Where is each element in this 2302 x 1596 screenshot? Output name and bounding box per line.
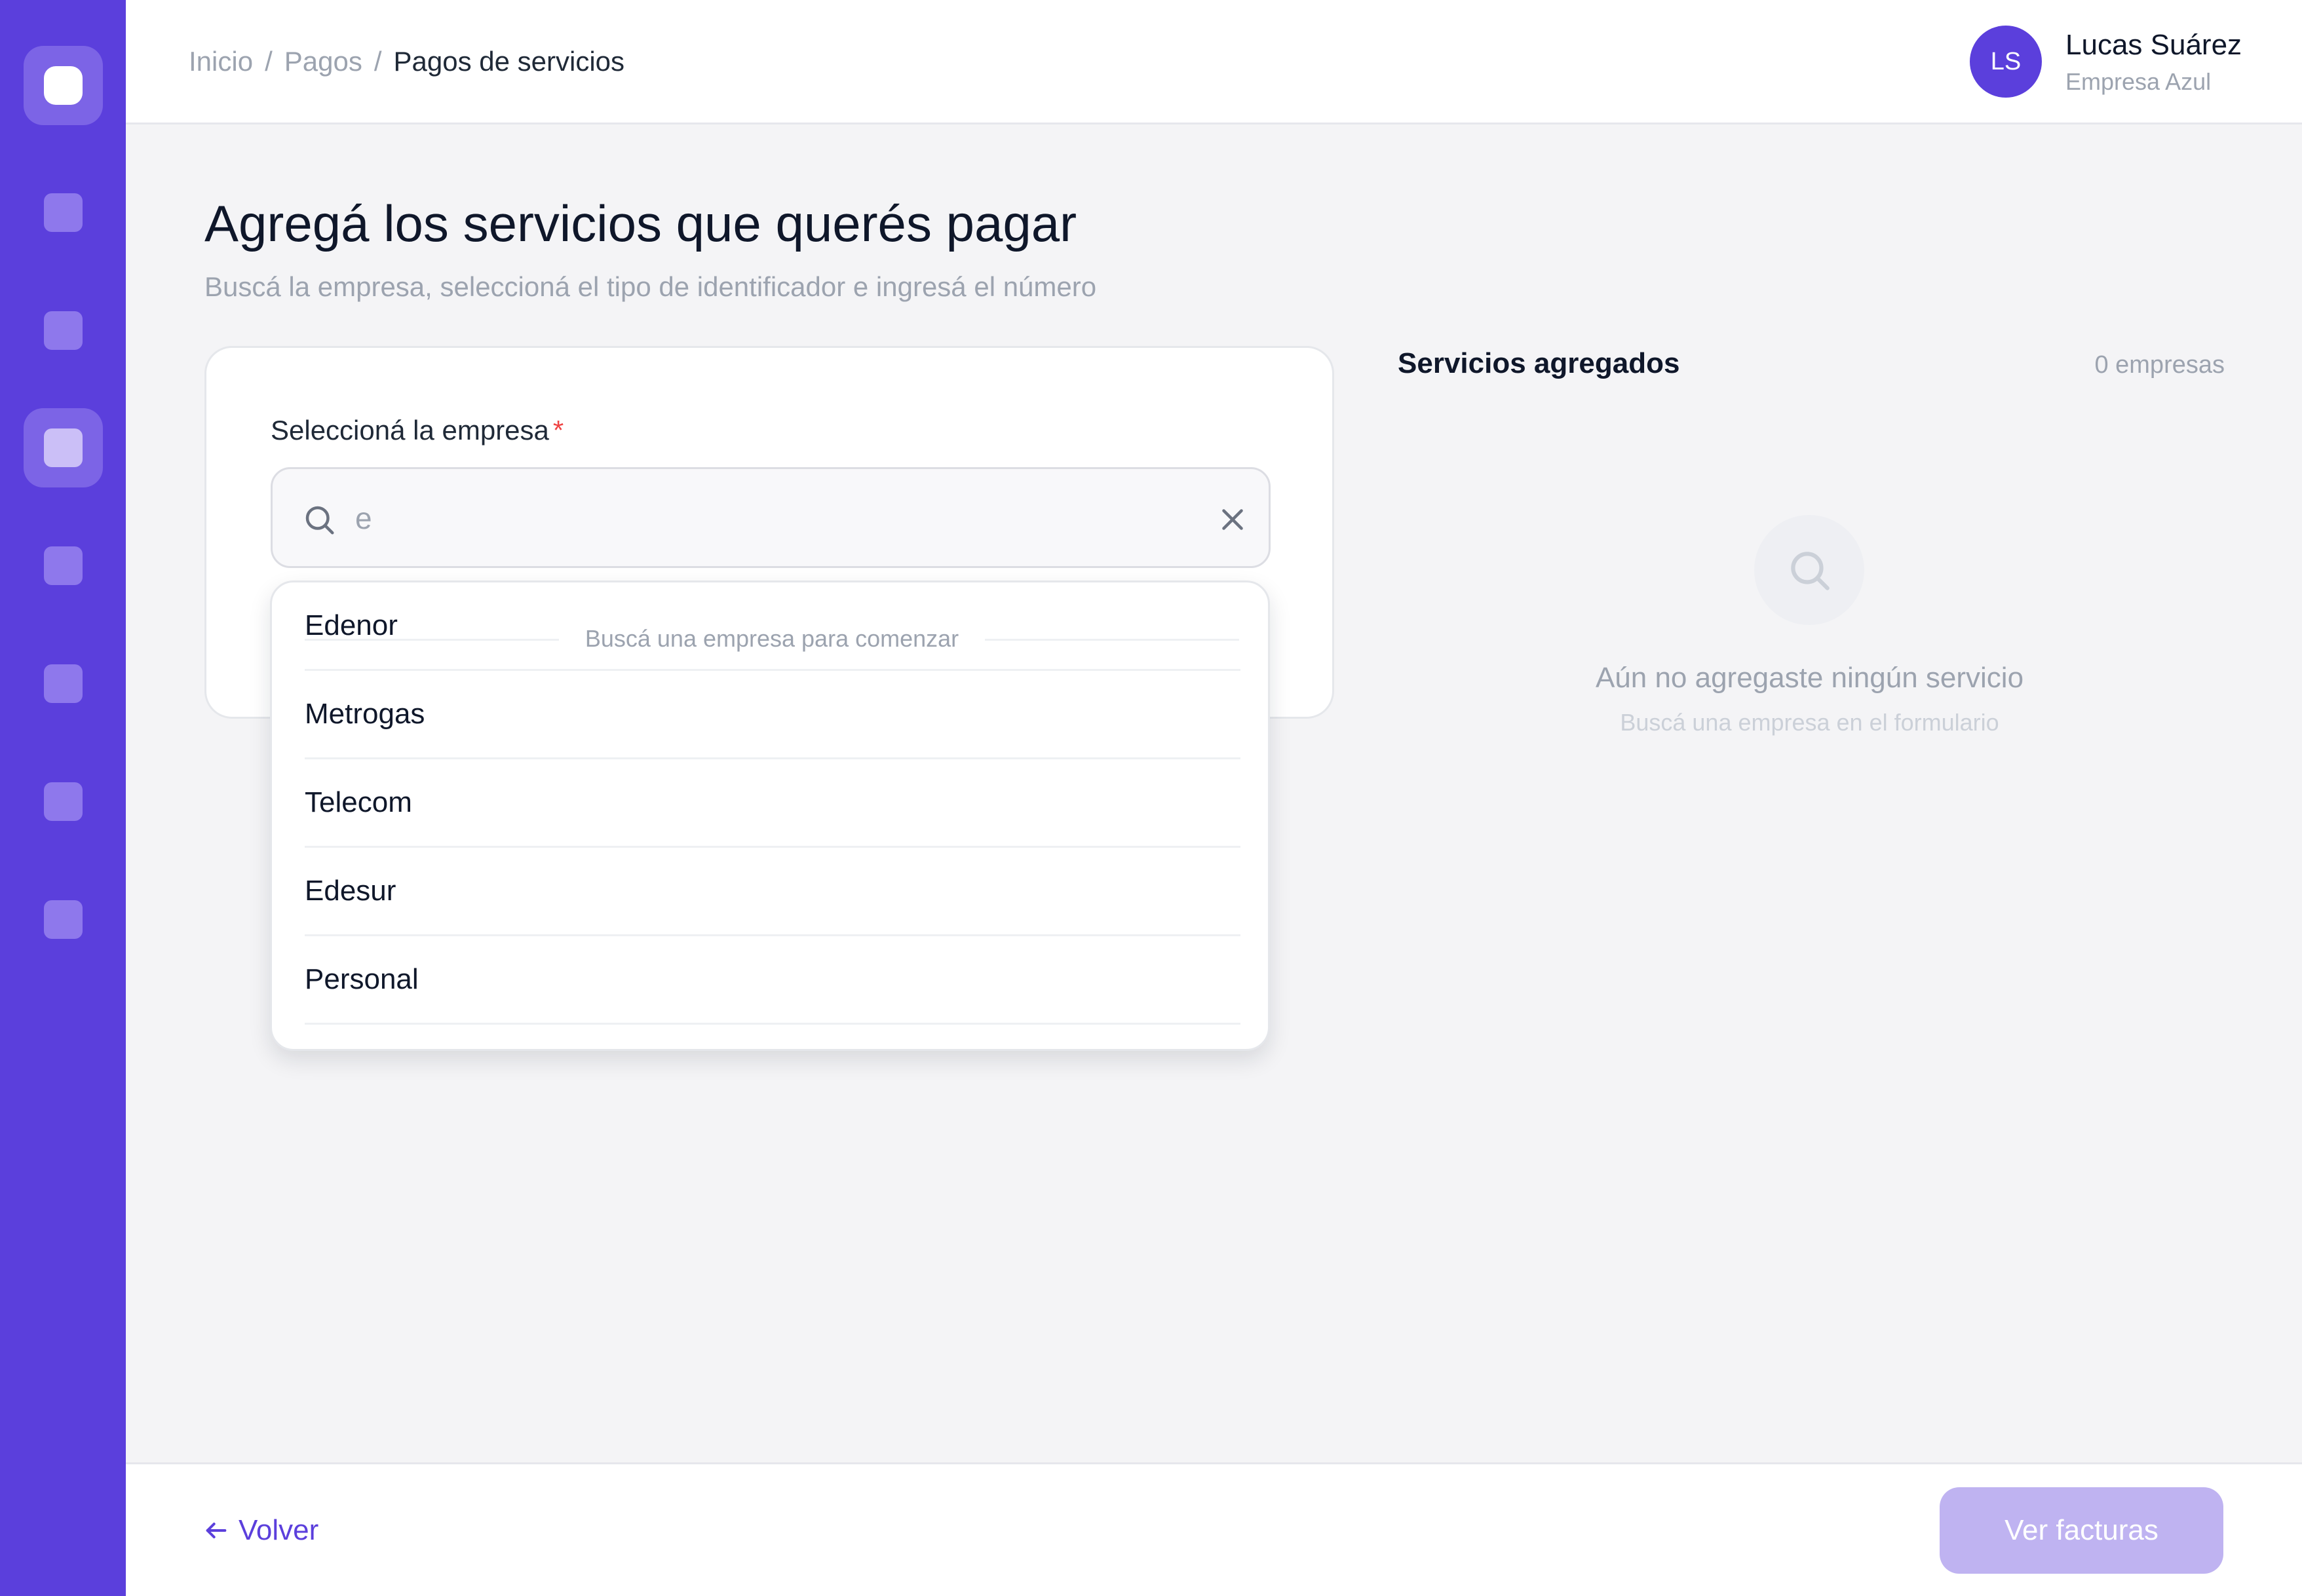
dropdown-option-personal[interactable]: Personal bbox=[305, 936, 1240, 1025]
breadcrumb-pagos[interactable]: Pagos bbox=[284, 45, 362, 79]
nav-square-icon bbox=[44, 311, 83, 350]
empty-state-title: Aún no agregaste ningún servicio bbox=[1595, 662, 2024, 694]
dropdown-hint-text: Buscá una empresa para comenzar bbox=[558, 625, 986, 653]
app-logo-icon[interactable] bbox=[24, 46, 103, 125]
sidebar-item-6[interactable] bbox=[24, 762, 103, 841]
arrow-left-icon bbox=[206, 1523, 227, 1538]
footer-bar: Volver Ver facturas bbox=[126, 1462, 2302, 1596]
user-company: Empresa Azul bbox=[2065, 68, 2212, 95]
breadcrumb-separator: / bbox=[265, 46, 273, 77]
sidebar-item-4[interactable] bbox=[24, 526, 103, 605]
breadcrumb-separator: / bbox=[374, 46, 382, 77]
nav-square-icon bbox=[44, 782, 83, 821]
nav-square-icon bbox=[44, 664, 83, 703]
services-count: 0 empresas bbox=[2094, 351, 2225, 379]
search-icon bbox=[305, 506, 334, 535]
nav-square-icon bbox=[44, 900, 83, 939]
sidebar-item-5[interactable] bbox=[24, 644, 103, 723]
breadcrumb-current: Pagos de servicios bbox=[393, 46, 625, 77]
empty-state-subtitle: Buscá una empresa en el formulario bbox=[1620, 709, 1999, 736]
breadcrumb: Inicio / Pagos / Pagos de servicios bbox=[189, 45, 624, 79]
nav-square-icon bbox=[44, 428, 83, 467]
user-name: Lucas Suárez bbox=[2065, 29, 2242, 61]
topbar: Inicio / Pagos / Pagos de servicios LS L… bbox=[126, 0, 2302, 124]
sidebar-item-1[interactable] bbox=[24, 173, 103, 252]
back-button-label: Volver bbox=[239, 1514, 319, 1546]
company-field-label: Seleccioná la empresa * bbox=[271, 415, 564, 446]
dropdown-hint: Buscá una empresa para comenzar bbox=[272, 625, 1268, 653]
required-mark: * bbox=[552, 415, 564, 446]
page-subtitle: Buscá la empresa, seleccioná el tipo de … bbox=[204, 271, 1097, 302]
dropdown-option-telecom[interactable]: Telecom bbox=[305, 759, 1240, 848]
sidebar bbox=[0, 0, 126, 1596]
close-icon[interactable] bbox=[1215, 502, 1250, 537]
company-field-label-text: Seleccioná la empresa bbox=[271, 415, 549, 446]
company-search-input[interactable] bbox=[355, 489, 1174, 548]
dropdown-option-metrogas[interactable]: Metrogas bbox=[305, 671, 1240, 759]
company-search-field[interactable] bbox=[271, 467, 1271, 568]
empty-state-icon bbox=[1754, 515, 1864, 625]
sidebar-item-2[interactable] bbox=[24, 291, 103, 370]
page-title: Agregá los servicios que querés pagar bbox=[204, 195, 1077, 252]
avatar[interactable]: LS bbox=[1970, 26, 2042, 98]
dropdown-option-edesur[interactable]: Edesur bbox=[305, 848, 1240, 936]
view-invoices-button[interactable]: Ver facturas bbox=[1940, 1487, 2223, 1574]
nav-square-icon bbox=[44, 546, 83, 585]
sidebar-item-pagos[interactable] bbox=[24, 408, 103, 487]
nav-square-icon bbox=[44, 193, 83, 232]
company-dropdown: Edenor Buscá una empresa para comenzar M… bbox=[270, 580, 1270, 1051]
panel-title: Servicios agregados bbox=[1398, 347, 1680, 379]
breadcrumb-inicio[interactable]: Inicio bbox=[189, 45, 253, 79]
search-icon bbox=[1791, 552, 1830, 590]
back-button[interactable]: Volver bbox=[203, 1514, 318, 1547]
sidebar-item-7[interactable] bbox=[24, 880, 103, 959]
